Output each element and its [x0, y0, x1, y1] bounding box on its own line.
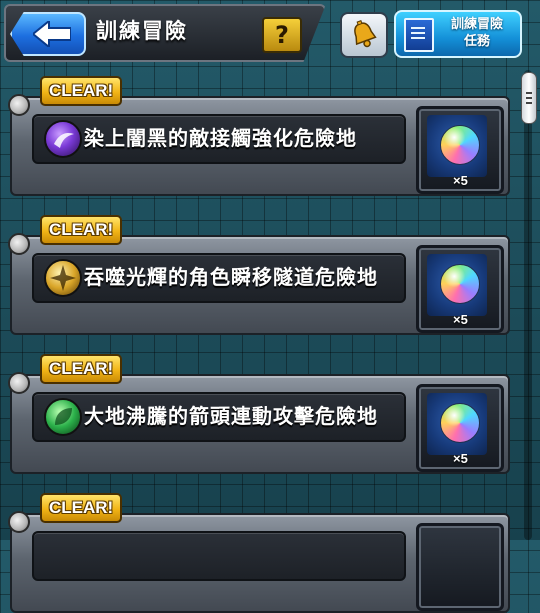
- scrollbar-thumb[interactable]: [521, 72, 537, 124]
- reward-quantity: ×5: [453, 451, 468, 466]
- quest-card[interactable]: CLEAR!: [8, 493, 510, 613]
- quest-list: CLEAR! 染上闇黑的敵接觸強化危險地 ×5 CLEAR! 吞噬光輝的角色瞬移…: [0, 0, 540, 613]
- rivet-icon: [8, 233, 30, 255]
- rivet-icon: [8, 94, 30, 116]
- quest-card[interactable]: CLEAR! 大地沸騰的箭頭連動攻擊危險地 ×5: [8, 354, 510, 474]
- quest-card[interactable]: CLEAR! 染上闇黑的敵接觸強化危險地 ×5: [8, 76, 510, 196]
- dark-element-icon: [44, 120, 82, 158]
- rainbow-orb-icon: [440, 125, 480, 165]
- rivet-icon: [8, 372, 30, 394]
- quest-name: 吞噬光輝的角色瞬移隧道危險地: [84, 265, 378, 289]
- rivet-icon: [8, 511, 30, 533]
- reward-box: [416, 523, 504, 611]
- clear-badge: CLEAR!: [40, 354, 123, 384]
- quest-name: 染上闇黑的敵接觸強化危險地: [84, 126, 357, 150]
- reward-quantity: ×5: [453, 173, 468, 188]
- reward-panel: ×5: [427, 393, 487, 466]
- reward-panel: ×5: [427, 254, 487, 327]
- reward-quantity: ×5: [453, 312, 468, 327]
- reward-box: ×5: [416, 245, 504, 333]
- clear-badge: CLEAR!: [40, 76, 123, 106]
- reward-box: ×5: [416, 106, 504, 194]
- clear-badge: CLEAR!: [40, 493, 123, 523]
- scrollbar-track[interactable]: [524, 70, 532, 540]
- reward-panel: ×5: [427, 115, 487, 188]
- wood-element-icon: [44, 398, 82, 436]
- quest-name: 大地沸騰的箭頭連動攻擊危險地: [84, 404, 378, 428]
- quest-name-plate: [32, 531, 406, 581]
- light-element-icon: [44, 259, 82, 297]
- quest-card[interactable]: CLEAR! 吞噬光輝的角色瞬移隧道危險地 ×5: [8, 215, 510, 335]
- rainbow-orb-icon: [440, 264, 480, 304]
- reward-box: ×5: [416, 384, 504, 472]
- rainbow-orb-icon: [440, 403, 480, 443]
- clear-badge: CLEAR!: [40, 215, 123, 245]
